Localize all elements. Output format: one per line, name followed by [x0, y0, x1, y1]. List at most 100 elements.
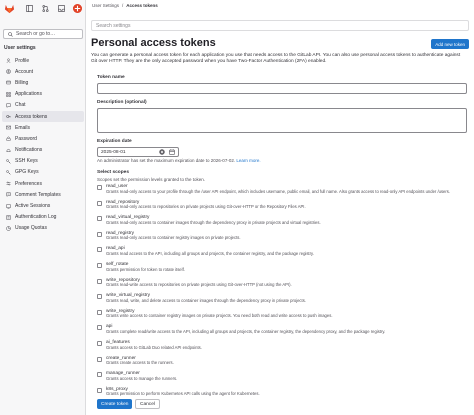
scope-write-registry: write_registry Grants write access to con… [97, 309, 467, 325]
merge-requests-button[interactable] [38, 3, 52, 14]
scope-manage-runner: manage_runner Grants access to manage the… [97, 371, 467, 387]
scope-checkbox[interactable] [97, 309, 102, 315]
page-title: Personal access tokens [91, 37, 216, 49]
sidebar-heading: User settings [4, 45, 36, 51]
scope-checkbox[interactable] [97, 294, 102, 300]
chat-icon [6, 103, 11, 108]
merge-request-icon [41, 5, 49, 12]
scope-write-repository: write_repository Grants read-write access… [97, 278, 467, 294]
sidebar-item-ssh-keys[interactable]: SSH Keys [2, 156, 84, 167]
select-scopes-label: Select scopes [97, 170, 129, 175]
sidebar-toggle-button[interactable] [22, 3, 36, 14]
sidebar-item-label: Notifications [15, 147, 43, 154]
scope-checkbox[interactable] [97, 231, 102, 237]
description-textarea[interactable] [97, 108, 467, 133]
scope-description: Grants complete read/write access to the… [106, 328, 386, 334]
scope-description: Grants read-write access to repositories… [106, 282, 292, 288]
scope-description: Grants read-only access to container reg… [106, 235, 241, 241]
scope-checkbox[interactable] [97, 325, 102, 331]
scope-self-rotate: self_rotate Grants permission for token t… [97, 262, 467, 278]
sidebar-item-comment-templates[interactable]: Comment Templates [2, 189, 84, 200]
token-name-input[interactable] [97, 83, 467, 94]
scope-checkbox[interactable] [97, 356, 102, 362]
preferences-icon [6, 181, 11, 186]
sidebar-item-usage-quotas[interactable]: Usage Quotas [2, 223, 84, 234]
sidebar-item-password[interactable]: Password [2, 133, 84, 144]
clear-icon[interactable] [159, 149, 165, 155]
sidebar-item-account[interactable]: Account [2, 66, 84, 77]
cancel-button[interactable]: Cancel [135, 399, 160, 409]
sidebar-item-label: Applications [15, 91, 42, 98]
avatar-icon [73, 4, 82, 13]
sidebar-item-access-tokens[interactable]: Access tokens [2, 110, 84, 123]
main-content: User Settings / Access tokens Search set… [87, 0, 474, 415]
sidebar-item-label: Authentication Log [15, 214, 57, 221]
expiration-date-input[interactable]: 2025-08-01 [97, 147, 179, 157]
lock-icon [6, 136, 11, 142]
sidebar-item-label: Account [15, 68, 34, 75]
scope-create-runner: create_runner Grants create access to the… [97, 356, 467, 372]
breadcrumb-current: Access tokens [126, 3, 158, 8]
sidebar-item-label: Password [15, 135, 37, 142]
create-token-button[interactable]: Create token [97, 399, 133, 409]
scope-checkbox[interactable] [97, 278, 102, 284]
key-icon [6, 159, 11, 164]
scope-description: Grants read-only access to repositories … [106, 204, 306, 210]
scope-description: Grants read access to the API, including… [106, 250, 314, 256]
breadcrumb-separator: / [122, 3, 124, 8]
scope-description: Grants read-only access to your profile … [106, 188, 451, 194]
learn-more-link[interactable]: Learn more. [236, 158, 260, 163]
sidebar-item-active-sessions[interactable]: Active Sessions [2, 200, 84, 211]
todo-button[interactable] [54, 3, 68, 14]
scope-checkbox[interactable] [97, 247, 102, 253]
sidebar-item-chat[interactable]: Chat [2, 100, 84, 111]
sidebar-item-label: Emails [15, 124, 31, 131]
scope-checkbox[interactable] [97, 340, 102, 346]
sidebar-item-applications[interactable]: Applications [2, 89, 84, 100]
scope-checkbox[interactable] [97, 372, 102, 378]
scopes-hint: Scopes set the permission levels granted… [97, 177, 206, 182]
expiration-hint: An administrator has set the maximum exp… [97, 158, 261, 163]
sidebar-item-authentication-log[interactable]: Authentication Log [2, 212, 84, 223]
sidebar-item-label: Active Sessions [15, 203, 51, 210]
scope-read-api: read_api Grants read access to the API, i… [97, 246, 467, 262]
scope-read-virtual-registry: read_virtual_registry Grants read-only ac… [97, 215, 467, 231]
sidebar-item-preferences[interactable]: Preferences [2, 178, 84, 189]
email-icon [6, 125, 11, 130]
add-new-token-button[interactable]: Add new token [431, 39, 469, 49]
sidebar-item-gpg-keys[interactable]: GPG Keys [2, 167, 84, 178]
sidebar-item-label: Access tokens [15, 113, 48, 120]
gitlab-logo-icon[interactable] [4, 3, 15, 14]
scope-description: Grants permission for token to rotate it… [106, 266, 185, 272]
scope-checkbox[interactable] [97, 262, 102, 268]
scopes-list: read_user Grants read-only access to your… [97, 184, 467, 402]
scope-checkbox[interactable] [97, 200, 102, 206]
scope-read-user: read_user Grants read-only access to your… [97, 184, 467, 200]
sidebar-item-label: GPG Keys [15, 169, 39, 176]
comment-icon [6, 192, 11, 198]
sidebar-item-notifications[interactable]: Notifications [2, 145, 84, 156]
scope-checkbox[interactable] [97, 387, 102, 393]
scope-description: Grants write access to container registr… [106, 313, 333, 319]
scope-description: Grants permission to perform Kubernetes … [106, 391, 260, 397]
todo-icon [57, 5, 65, 12]
scope-checkbox[interactable] [97, 216, 102, 222]
scope-description: Grants access to GitLab Duo related API … [106, 344, 202, 350]
scope-description: Grants create access to the runners. [106, 360, 174, 366]
sidebar-nav: Profile Account Billing Applications Chat Acc… [2, 55, 84, 234]
page-description: You can generate a personal access token… [91, 53, 461, 64]
sessions-icon [6, 204, 11, 209]
sidebar: Search or go to… User settings Profile Ac… [0, 0, 86, 415]
sidebar-item-emails[interactable]: Emails [2, 122, 84, 133]
calendar-icon[interactable] [169, 149, 175, 155]
applications-icon [6, 91, 11, 97]
search-settings-input[interactable]: Search settings [91, 20, 469, 31]
scope-checkbox[interactable] [97, 185, 102, 190]
sidebar-item-label: Profile [15, 57, 30, 64]
user-avatar[interactable] [73, 4, 82, 13]
account-icon [6, 69, 11, 75]
sidebar-search-button[interactable]: Search or go to… [3, 29, 83, 39]
breadcrumb-parent[interactable]: User Settings [92, 3, 119, 8]
sidebar-item-profile[interactable]: Profile [2, 55, 84, 66]
sidebar-item-billing[interactable]: Billing [2, 77, 84, 88]
